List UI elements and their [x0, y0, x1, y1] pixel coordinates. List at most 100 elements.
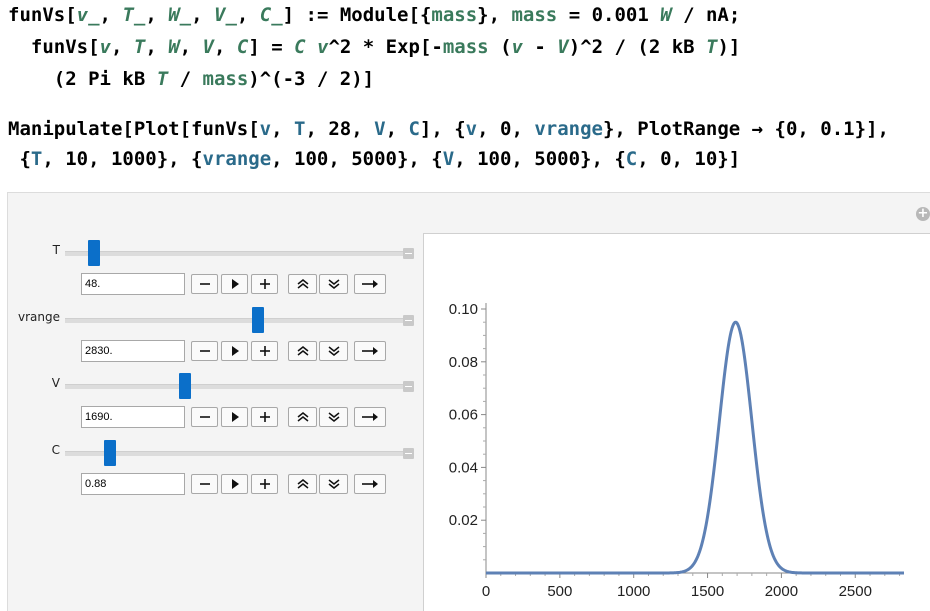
arrow-right-icon	[360, 277, 380, 291]
code-token: )]	[717, 36, 741, 58]
slider-thumb[interactable]	[252, 307, 265, 333]
minimize-icon[interactable]	[403, 248, 414, 259]
play-button[interactable]	[221, 341, 248, 361]
play-icon	[228, 477, 242, 491]
slower-icon	[326, 277, 342, 291]
code-token: {	[8, 148, 31, 170]
code-token: , 0, 10}]	[637, 148, 741, 170]
code-token: ,	[214, 36, 237, 58]
code-token: v	[465, 118, 478, 140]
code-token: vrange	[534, 118, 603, 140]
code-token: V	[557, 36, 569, 58]
play-icon	[228, 277, 242, 291]
slower-button[interactable]	[319, 274, 348, 294]
slider-thumb[interactable]	[88, 240, 101, 266]
code-token: ,	[385, 118, 409, 140]
plus-icon	[258, 344, 272, 358]
value-field[interactable]: 1690.	[81, 406, 185, 428]
slider-thumb[interactable]	[178, 373, 191, 399]
control-label: vrange	[18, 310, 60, 324]
code-token: V	[202, 36, 214, 58]
decrement-button[interactable]	[191, 274, 218, 294]
slider-track[interactable]	[65, 251, 405, 256]
faster-button[interactable]	[288, 474, 317, 494]
value-field[interactable]: 48.	[81, 273, 185, 295]
slower-button[interactable]	[319, 474, 348, 494]
code-token: v	[99, 36, 111, 58]
slider-thumb[interactable]	[103, 440, 116, 466]
code-token: ,	[191, 4, 214, 26]
y-tick-label: 0.10	[449, 301, 478, 318]
increment-button[interactable]	[251, 274, 278, 294]
increment-button[interactable]	[251, 341, 278, 361]
code-token: = 0.001	[557, 4, 661, 26]
code-token: funVs[	[8, 36, 100, 58]
code-token: T	[156, 68, 169, 90]
minimize-icon[interactable]	[403, 315, 414, 326]
code-token: , 100, 5000}, {	[271, 148, 443, 170]
code-token: C	[236, 36, 249, 58]
play-button[interactable]	[221, 274, 248, 294]
code-token: C	[625, 148, 638, 170]
slider-track[interactable]	[65, 451, 405, 456]
direction-button[interactable]	[354, 274, 386, 294]
increment-button[interactable]	[251, 474, 278, 494]
play-icon	[228, 410, 242, 424]
direction-button[interactable]	[354, 407, 386, 427]
minimize-icon[interactable]	[403, 381, 414, 392]
code-token: ], {	[419, 118, 466, 140]
y-tick-label: 0.08	[449, 354, 478, 371]
arrow-right-icon	[360, 477, 380, 491]
expand-plus-icon[interactable]: +	[916, 207, 930, 221]
value-field[interactable]: 2830.	[81, 340, 185, 362]
code-token: ,	[179, 36, 203, 58]
decrement-button[interactable]	[191, 341, 218, 361]
decrement-button[interactable]	[191, 474, 218, 494]
code-token: V	[442, 148, 455, 170]
code-token: mass	[431, 4, 478, 26]
slider-track[interactable]	[65, 384, 405, 389]
minimize-icon[interactable]	[403, 448, 414, 459]
faster-icon	[295, 410, 311, 424]
code-token: -	[522, 36, 558, 58]
code-token: T	[30, 148, 43, 170]
code-token: W_	[168, 4, 192, 26]
code-token: , 100, 5000}, {	[454, 148, 626, 170]
code-token: T	[133, 36, 146, 58]
faster-button[interactable]	[288, 407, 317, 427]
code-token: mass	[202, 68, 249, 90]
direction-button[interactable]	[354, 341, 386, 361]
faster-button[interactable]	[288, 274, 317, 294]
x-tick-label: 0	[482, 583, 490, 600]
code-token: }, PlotRange → {0, 0.1}],	[602, 118, 889, 140]
y-tick-label: 0.04	[449, 459, 478, 476]
play-button[interactable]	[221, 407, 248, 427]
slower-button[interactable]	[319, 341, 348, 361]
code-token: W	[168, 36, 180, 58]
faster-icon	[295, 277, 311, 291]
increment-button[interactable]	[251, 407, 278, 427]
slower-button[interactable]	[319, 407, 348, 427]
x-tick-label: 500	[547, 583, 572, 600]
y-tick-label: 0.02	[449, 512, 478, 529]
code-line-4: Manipulate[Plot[funVs[v, T, 28, V, C], {…	[8, 114, 889, 144]
code-token: T_	[122, 4, 146, 26]
x-tick-label: 1000	[617, 583, 650, 600]
code-token: ] =	[248, 36, 295, 58]
manipulate-panel: + T 48. vrange 2830. V 1690. C 0.88 0 500 1000 150…	[7, 192, 930, 611]
decrement-button[interactable]	[191, 407, 218, 427]
direction-button[interactable]	[354, 474, 386, 494]
faster-button[interactable]	[288, 341, 317, 361]
code-token: (	[488, 36, 512, 58]
code-token: ,	[271, 118, 295, 140]
value-field[interactable]: 0.88	[81, 473, 185, 495]
code-token: C	[294, 36, 306, 58]
slider-track[interactable]	[65, 318, 405, 323]
play-button[interactable]	[221, 474, 248, 494]
code-token: vrange	[202, 148, 272, 170]
code-token: V	[374, 118, 386, 140]
control-label: C	[51, 443, 60, 457]
arrow-right-icon	[360, 410, 380, 424]
plus-icon	[258, 277, 272, 291]
